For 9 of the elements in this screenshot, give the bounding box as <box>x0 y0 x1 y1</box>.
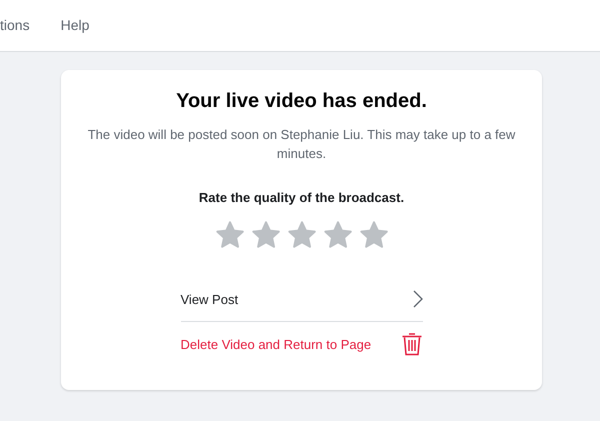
view-post-link[interactable]: View Post <box>180 292 238 306</box>
trash-icon[interactable] <box>400 331 422 357</box>
chevron-right-icon[interactable] <box>412 290 422 308</box>
nav-link[interactable]: tions <box>0 16 30 32</box>
nav-link[interactable]: Help <box>60 16 90 32</box>
rating-label: Rate the quality of the broadcast. <box>198 190 404 205</box>
delete-link[interactable]: Delete Video and Return to Page <box>180 336 372 352</box>
dialog-message: The video will be posted soon on Stephanie Liu. This may take up to a few minutes. <box>86 126 516 163</box>
dialog-title: Your live video has ended. <box>176 90 427 113</box>
